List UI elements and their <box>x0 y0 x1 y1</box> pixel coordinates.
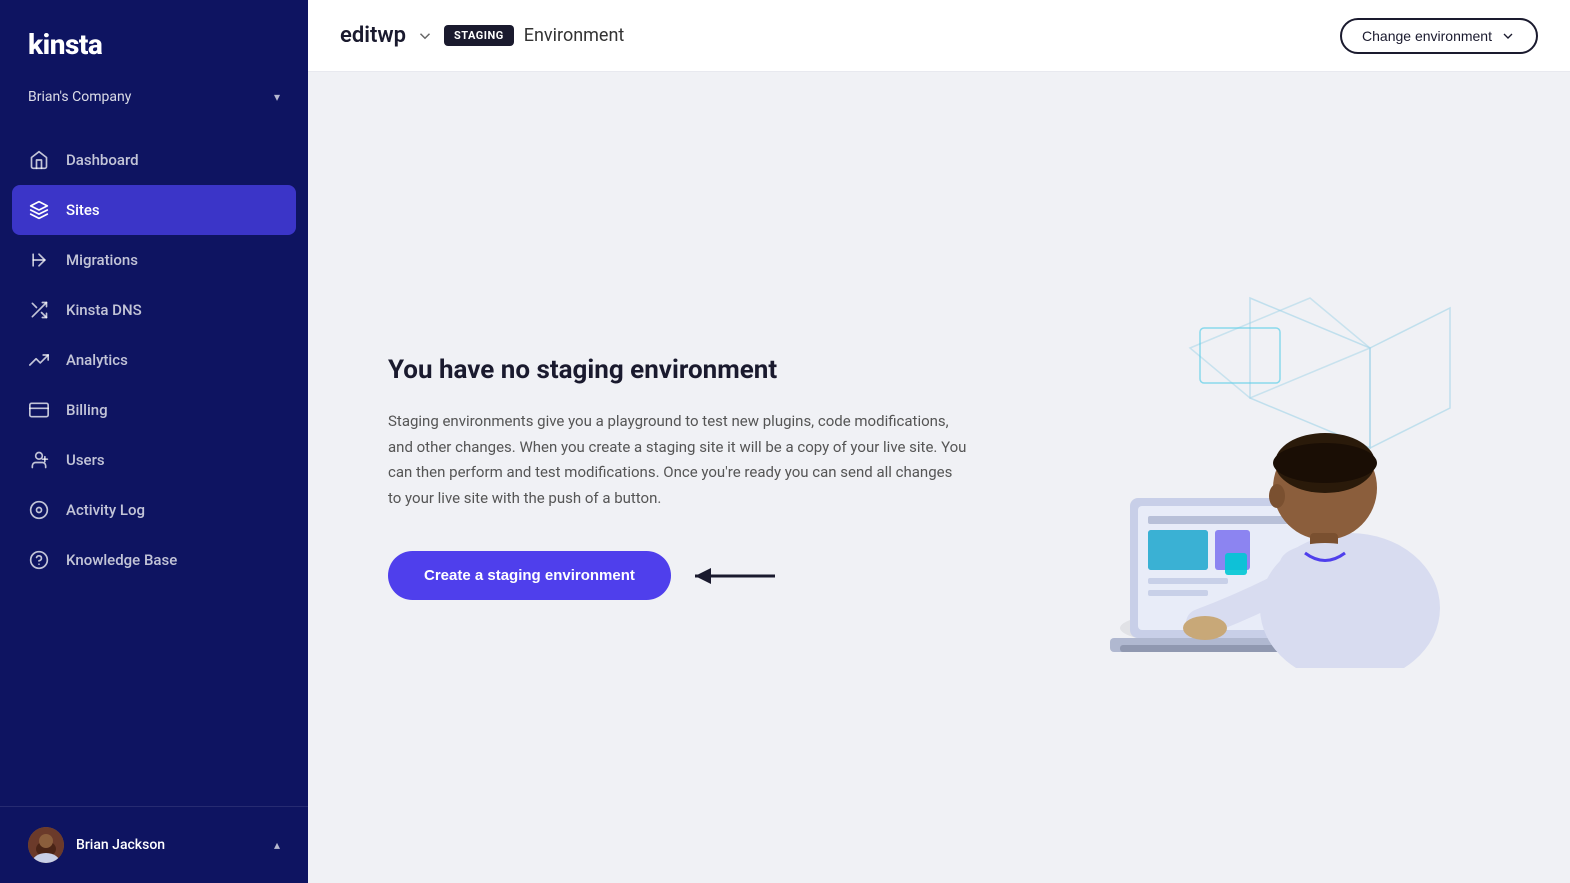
kinsta-logo: kinsta <box>28 28 280 61</box>
content-left: You have no staging environment Staging … <box>388 355 968 600</box>
sidebar-footer: Brian Jackson ▴ <box>0 806 308 883</box>
layers-icon <box>28 199 50 221</box>
sidebar-item-sites[interactable]: Sites <box>12 185 296 235</box>
logo-area: kinsta <box>0 0 308 81</box>
sidebar-item-analytics[interactable]: Analytics <box>0 335 308 385</box>
user-info[interactable]: Brian Jackson <box>28 827 165 863</box>
sidebar-item-label: Billing <box>66 401 108 419</box>
user-chevron-icon: ▴ <box>274 838 280 852</box>
home-icon <box>28 149 50 171</box>
sidebar-item-label: Kinsta DNS <box>66 301 142 319</box>
sidebar-item-label: Activity Log <box>66 501 145 519</box>
no-staging-description: Staging environments give you a playgrou… <box>388 409 968 511</box>
sidebar: kinsta Brian's Company ▾ Dashboard <box>0 0 308 883</box>
sidebar-item-dashboard[interactable]: Dashboard <box>0 135 308 185</box>
sidebar-item-users[interactable]: Users <box>0 435 308 485</box>
knowledge-base-icon <box>28 549 50 571</box>
company-selector[interactable]: Brian's Company ▾ <box>0 81 308 125</box>
chevron-down-icon: ▾ <box>274 90 280 104</box>
sidebar-item-label: Knowledge Base <box>66 551 177 569</box>
create-staging-button[interactable]: Create a staging environment <box>388 551 671 600</box>
site-dropdown[interactable] <box>416 27 434 45</box>
change-environment-button[interactable]: Change environment <box>1340 18 1538 54</box>
company-name: Brian's Company <box>28 89 131 105</box>
analytics-icon <box>28 349 50 371</box>
sidebar-item-label: Sites <box>66 201 100 219</box>
avatar <box>28 827 64 863</box>
illustration <box>1070 268 1490 688</box>
sidebar-item-label: Users <box>66 451 105 469</box>
staging-badge: STAGING <box>444 25 514 46</box>
main-content: editwp STAGING Environment Change enviro… <box>308 0 1570 883</box>
billing-icon <box>28 399 50 421</box>
no-staging-title: You have no staging environment <box>388 355 968 385</box>
sidebar-item-kinsta-dns[interactable]: Kinsta DNS <box>0 285 308 335</box>
users-icon <box>28 449 50 471</box>
sidebar-item-label: Analytics <box>66 351 128 369</box>
header-left: editwp STAGING Environment <box>340 23 624 48</box>
migrations-icon <box>28 249 50 271</box>
activity-log-icon <box>28 499 50 521</box>
dns-icon <box>28 299 50 321</box>
sidebar-item-activity-log[interactable]: Activity Log <box>0 485 308 535</box>
sidebar-item-billing[interactable]: Billing <box>0 385 308 435</box>
arrow-indicator <box>695 561 785 591</box>
site-name: editwp <box>340 23 406 48</box>
sidebar-nav: Dashboard Sites Migrations <box>0 125 308 806</box>
environment-label: Environment <box>524 25 625 46</box>
user-name: Brian Jackson <box>76 837 165 853</box>
sidebar-item-knowledge-base[interactable]: Knowledge Base <box>0 535 308 585</box>
sidebar-item-label: Migrations <box>66 251 138 269</box>
cta-area: Create a staging environment <box>388 551 968 600</box>
content-area: You have no staging environment Staging … <box>308 72 1570 883</box>
sidebar-item-label: Dashboard <box>66 151 139 169</box>
sidebar-item-migrations[interactable]: Migrations <box>0 235 308 285</box>
header: editwp STAGING Environment Change enviro… <box>308 0 1570 72</box>
